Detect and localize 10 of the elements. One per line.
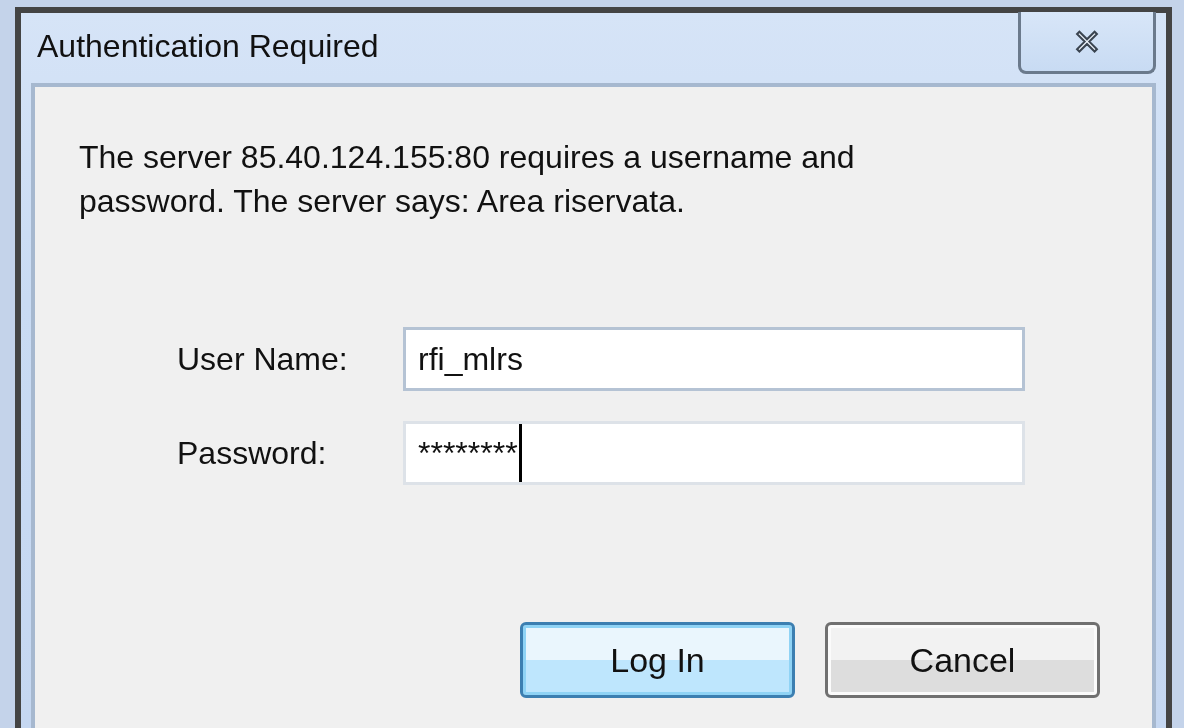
dialog-button[interactable]: Cancel: [825, 622, 1100, 698]
input-field[interactable]: ********: [403, 421, 1025, 485]
dialog-button[interactable]: Log In: [520, 622, 795, 698]
close-button[interactable]: ✕: [1018, 12, 1156, 74]
text-cursor: [518, 424, 522, 482]
field-label: User Name:: [177, 340, 349, 378]
server-message: The server 85.40.124.155:80 requires a username and password. The server says: Area riservata.: [79, 138, 856, 221]
input-field[interactable]: rfi_mlrs: [403, 327, 1025, 391]
window-title: Authentication Required: [36, 27, 379, 65]
field-label: Password:: [177, 434, 328, 472]
